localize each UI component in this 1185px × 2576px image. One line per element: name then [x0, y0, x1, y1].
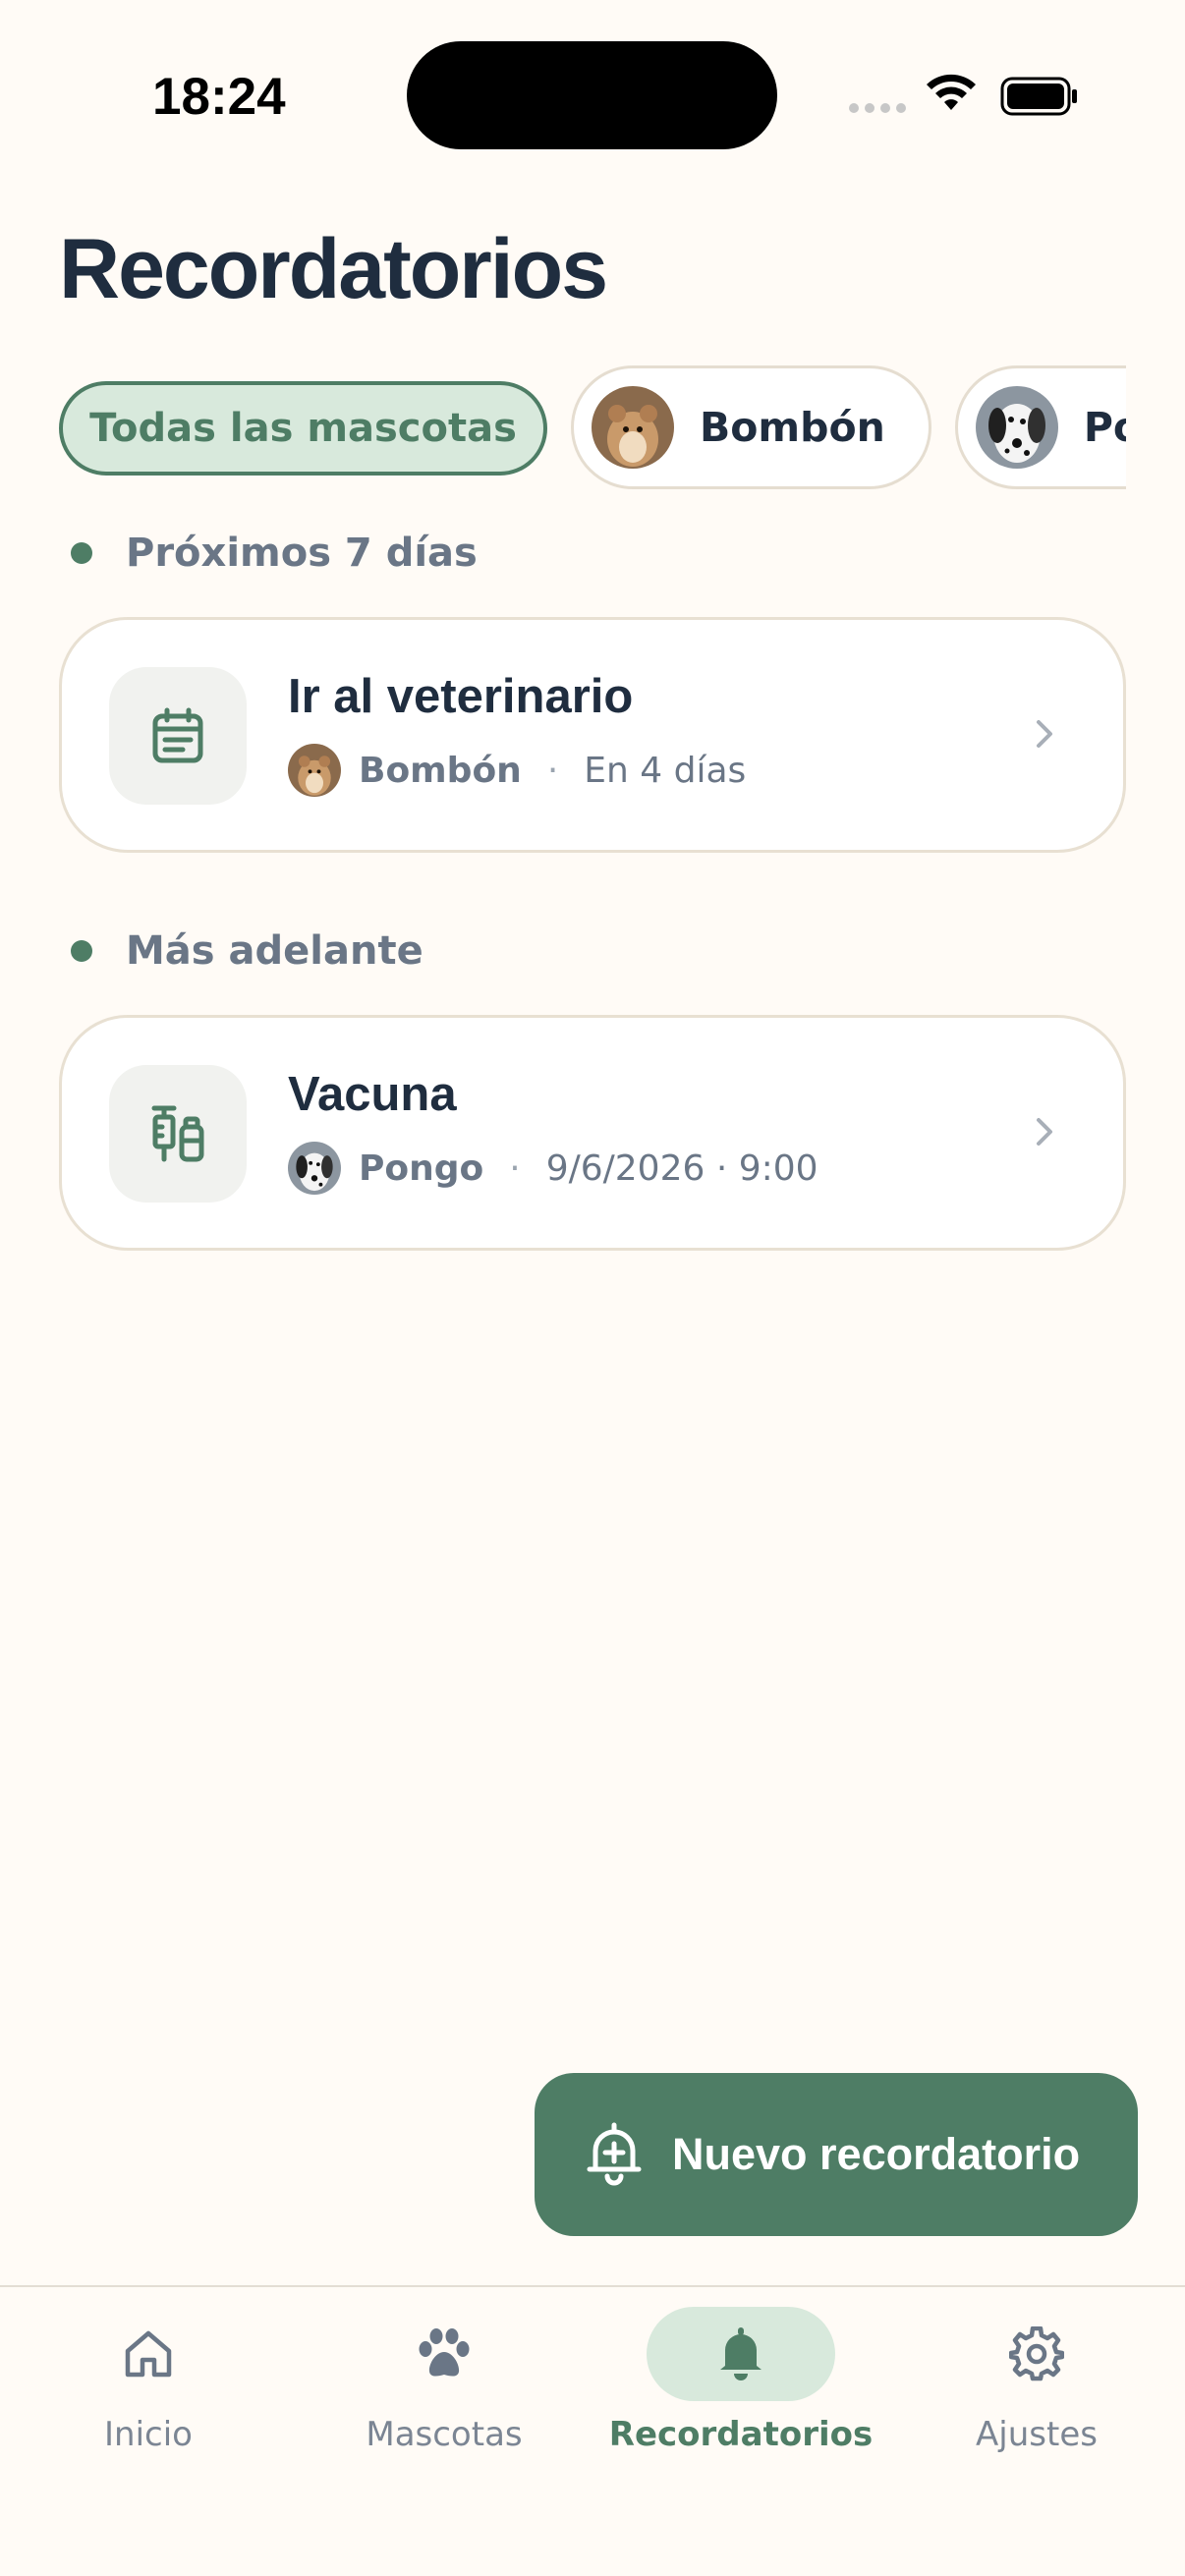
- pet-filter-bar[interactable]: Todas las mascotas Bombón P: [59, 365, 1126, 491]
- paw-icon: [419, 2328, 470, 2377]
- new-reminder-label: Nuevo recordatorio: [672, 2129, 1081, 2179]
- dynamic-island: [407, 41, 777, 149]
- dalmatian-avatar: [975, 386, 1058, 469]
- bell-icon: [720, 2327, 762, 2380]
- tab-label: Inicio: [104, 2415, 193, 2454]
- battery-icon: [1000, 77, 1077, 116]
- home-icon: [125, 2330, 172, 2378]
- tab-label: Mascotas: [366, 2415, 523, 2454]
- section-dot: [71, 940, 92, 962]
- status-time: 18:24: [152, 68, 286, 126]
- section-header-next-7-days: Próximos 7 días: [71, 531, 478, 576]
- meta-separator: ·: [509, 1148, 521, 1189]
- filter-chip-pongo[interactable]: Pongo: [954, 365, 1126, 489]
- bell-plus-icon: [586, 2122, 643, 2187]
- new-reminder-button[interactable]: Nuevo recordatorio: [535, 2073, 1138, 2236]
- reminder-when: En 4 días: [584, 750, 747, 791]
- tab-recordatorios[interactable]: Recordatorios: [592, 2287, 889, 2484]
- section-header-later: Más adelante: [71, 928, 423, 974]
- reminder-pet-name: Bombón: [359, 750, 522, 791]
- tab-label: Ajustes: [976, 2415, 1098, 2454]
- filter-chip-label: Bombón: [700, 404, 885, 451]
- calendar-icon: [109, 667, 247, 805]
- section-title: Próximos 7 días: [126, 531, 478, 576]
- reminder-title: Ir al veterinario: [288, 670, 634, 723]
- bottom-tab-bar: Inicio Mascotas Recordatorios Ajustes: [0, 2285, 1185, 2576]
- hamster-avatar: [288, 744, 341, 797]
- reminder-pet-name: Pongo: [359, 1148, 484, 1189]
- filter-chip-label: Todas las mascotas: [89, 406, 517, 451]
- reminder-card[interactable]: Ir al veterinario Bombón · En 4 días: [59, 617, 1126, 853]
- reminder-title: Vacuna: [288, 1068, 457, 1121]
- section-dot: [71, 542, 92, 564]
- wifi-icon: [927, 74, 976, 110]
- vaccine-icon: [109, 1065, 247, 1203]
- section-title: Más adelante: [126, 928, 423, 974]
- tab-inicio[interactable]: Inicio: [0, 2287, 297, 2484]
- reminder-when: 9/6/2026 · 9:00: [545, 1148, 818, 1189]
- reminder-card[interactable]: Vacuna Pongo · 9/6/2026 · 9:00: [59, 1015, 1126, 1251]
- gear-icon: [1009, 2326, 1064, 2381]
- chevron-right-icon: [1037, 1118, 1052, 1146]
- page-title: Recordatorios: [59, 222, 608, 316]
- cellular-signal-icon: [849, 103, 906, 113]
- status-bar: 18:24: [0, 0, 1185, 196]
- tab-ajustes[interactable]: Ajustes: [888, 2287, 1185, 2484]
- reminder-meta: Bombón · En 4 días: [288, 744, 746, 797]
- hamster-avatar: [592, 386, 674, 469]
- filter-chip-all-pets[interactable]: Todas las mascotas: [59, 381, 547, 476]
- reminder-meta: Pongo · 9/6/2026 · 9:00: [288, 1142, 818, 1195]
- filter-chip-bombon[interactable]: Bombón: [571, 365, 931, 489]
- tab-label: Recordatorios: [608, 2415, 874, 2454]
- filter-chip-label: Pongo: [1083, 404, 1126, 451]
- chevron-right-icon: [1037, 720, 1052, 748]
- meta-separator: ·: [546, 750, 559, 791]
- dalmatian-avatar: [288, 1142, 341, 1195]
- tab-mascotas[interactable]: Mascotas: [296, 2287, 592, 2484]
